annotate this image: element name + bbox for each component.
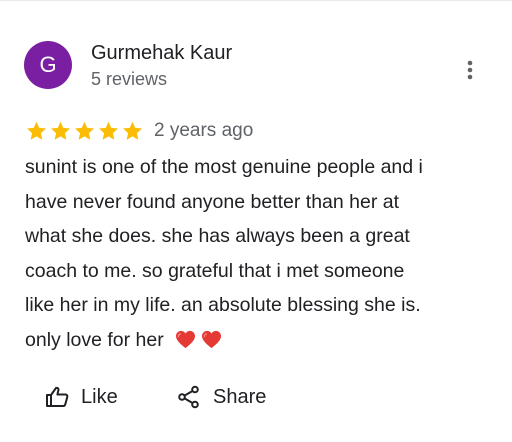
like-button[interactable]: Like [45, 381, 118, 413]
review-date: 2 years ago [154, 120, 254, 141]
red-heart-icon [175, 330, 195, 349]
review-line: what she does. she has always been a gre… [25, 225, 410, 248]
more-options-button[interactable] [455, 55, 485, 85]
more-vertical-icon [467, 60, 473, 80]
review-line: have never found anyone better than her … [25, 190, 400, 213]
review-line: like her in my life. an absolute blessin… [25, 294, 421, 317]
share-label: Share [213, 385, 267, 408]
like-label: Like [81, 385, 118, 408]
red-heart-icon [202, 330, 222, 349]
review-line: coach to me. so grateful that i met some… [25, 259, 405, 282]
star-rating [25, 120, 144, 142]
share-icon [178, 385, 199, 409]
rating-row: 2 years ago [25, 119, 253, 143]
thumbs-up-icon [46, 386, 69, 407]
review-line: only love for her [25, 328, 164, 351]
review-card: G Gurmehak Kaur 5 reviews 2 years ago su… [0, 0, 512, 442]
star-icon [98, 121, 119, 140]
reviewer-name[interactable]: Gurmehak Kaur [91, 41, 232, 65]
star-icon [122, 121, 143, 140]
review-line-last: only love for her [25, 323, 495, 358]
share-button[interactable]: Share [177, 381, 266, 413]
review-text: sunint is one of the most genuine people… [25, 150, 495, 358]
review-line: sunint is one of the most genuine people… [25, 156, 423, 178]
star-icon [50, 121, 71, 140]
reviewer-review-count[interactable]: 5 reviews [91, 68, 167, 90]
avatar-initial: G [39, 52, 57, 77]
avatar[interactable]: G [24, 41, 72, 89]
star-icon [74, 121, 95, 140]
star-icon [26, 121, 47, 140]
